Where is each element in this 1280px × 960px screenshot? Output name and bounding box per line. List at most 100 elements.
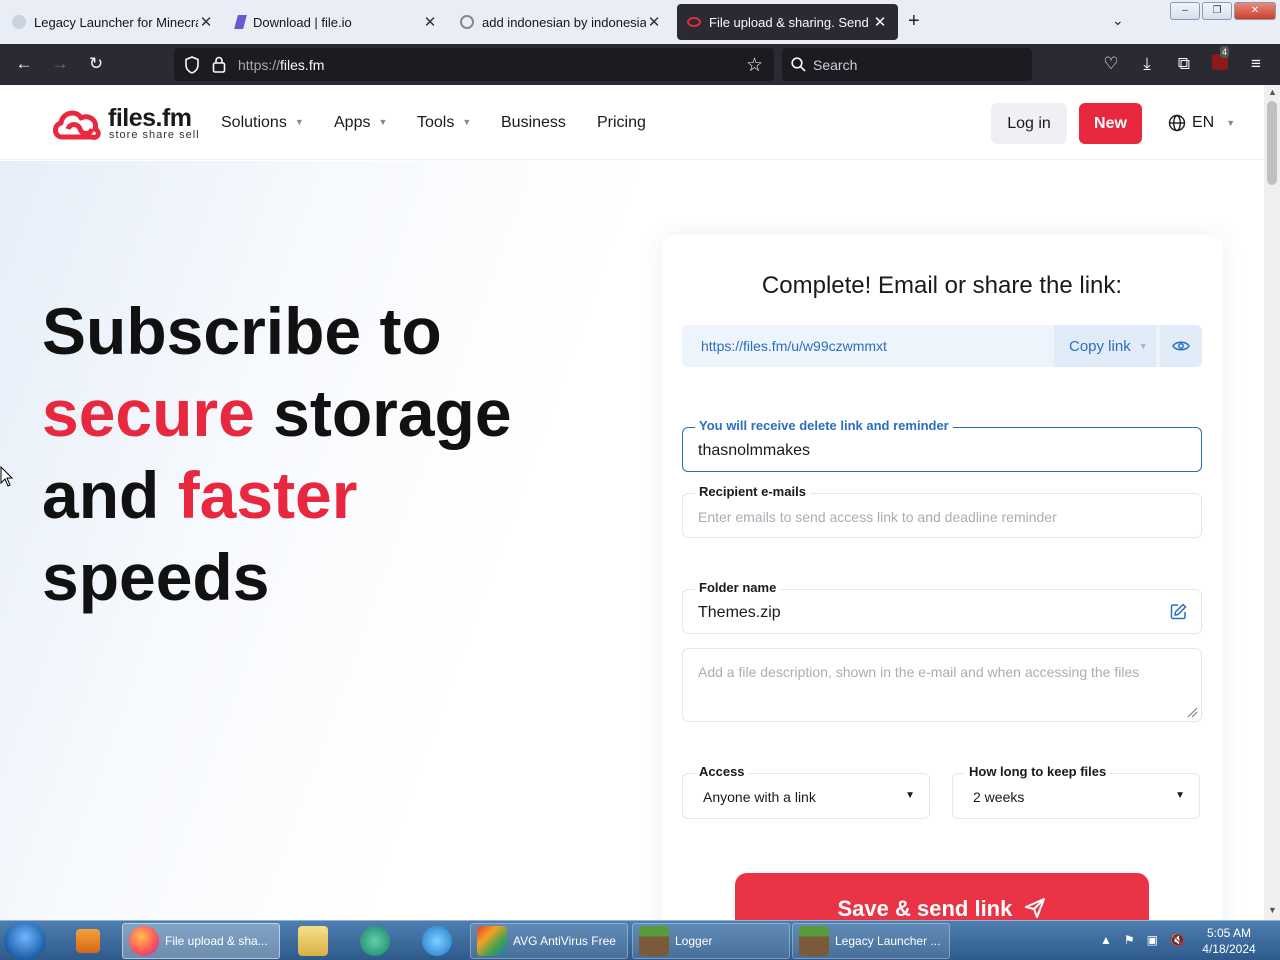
- access-label: Access: [695, 764, 749, 779]
- menu-label: Solutions: [221, 114, 287, 131]
- tab-file-io[interactable]: Download | file.io ✕: [226, 4, 448, 40]
- github-icon: [460, 15, 474, 29]
- sender-email-field[interactable]: You will receive delete link and reminde…: [682, 418, 1202, 472]
- page-scrollbar[interactable]: ▲ ▼: [1264, 85, 1280, 920]
- save-send-label: Save & send link: [837, 896, 1013, 920]
- firefox-icon: [129, 926, 159, 956]
- window-controls: – ❐ ✕: [1170, 2, 1276, 20]
- forward-icon[interactable]: →: [50, 54, 70, 74]
- taskbar-item-firefox[interactable]: File upload & sha...: [122, 923, 280, 959]
- recipient-emails-placeholder: Enter emails to send access link to and …: [698, 509, 1057, 525]
- scroll-down-icon[interactable]: ▼: [1268, 905, 1277, 915]
- globe-icon: [1168, 114, 1186, 132]
- close-tab-icon[interactable]: ✕: [198, 13, 214, 31]
- hero-line-4: speeds: [42, 540, 270, 614]
- caret-down-icon: ▼: [378, 117, 388, 127]
- description-placeholder: Add a file description, shown in the e-m…: [698, 664, 1140, 680]
- hero-highlight-secure: secure: [42, 376, 255, 450]
- url-bar[interactable]: https://files.fm ☆: [174, 48, 774, 81]
- folder-name-field[interactable]: Folder name Themes.zip: [682, 580, 1202, 634]
- bookmark-star-icon[interactable]: ☆: [746, 54, 763, 77]
- caret-down-icon: ▼: [294, 117, 304, 127]
- url-prefix: https://: [238, 57, 281, 73]
- menu-solutions[interactable]: Solutions ▼: [221, 114, 304, 132]
- access-select[interactable]: Access Anyone with a link ▼: [682, 764, 930, 819]
- edit-icon[interactable]: [1170, 603, 1187, 620]
- share-link[interactable]: https://files.fm/u/w99czwmmxt: [701, 338, 887, 354]
- clock-time: 5:05 AM: [1206, 926, 1252, 940]
- back-icon[interactable]: ←: [14, 54, 34, 74]
- tab-title: Legacy Launcher for Minecraft: [34, 14, 198, 30]
- search-icon: [791, 57, 806, 72]
- close-tab-icon[interactable]: ✕: [422, 13, 438, 31]
- hero-line-2: secure storage: [42, 372, 512, 454]
- pocket-icon[interactable]: ♡: [1101, 54, 1121, 74]
- tab-github[interactable]: add indonesian by indonesia13 ✕: [450, 4, 672, 40]
- taskbar-label: AVG AntiVirus Free: [513, 934, 616, 948]
- files-fm-icon: [687, 17, 701, 27]
- caret-down-icon: ▼: [1138, 341, 1148, 351]
- sender-email-label: You will receive delete link and reminde…: [695, 418, 953, 433]
- taskbar-item-avg[interactable]: AVG AntiVirus Free: [470, 923, 628, 959]
- taskbar-label: File upload & sha...: [165, 934, 268, 948]
- new-button[interactable]: New: [1079, 103, 1142, 144]
- keep-duration-value: 2 weeks: [973, 789, 1025, 805]
- taskbar-item-logger[interactable]: Logger: [632, 923, 790, 959]
- files-fm-logo-icon[interactable]: [52, 107, 102, 141]
- action-center-flag-icon[interactable]: ⚑: [1124, 933, 1135, 947]
- start-button[interactable]: [4, 922, 46, 960]
- new-tab-icon[interactable]: +: [908, 10, 920, 33]
- explorer-taskbar-icon[interactable]: [292, 923, 336, 959]
- menu-tools[interactable]: Tools ▼: [417, 114, 471, 132]
- preview-button[interactable]: [1160, 325, 1202, 367]
- tab-files-fm[interactable]: File upload & sharing. Send larg ✕: [677, 4, 898, 40]
- clock-date: 4/18/2024: [1202, 942, 1256, 956]
- network-icon[interactable]: ▣: [1147, 933, 1158, 947]
- minimize-icon[interactable]: –: [1170, 2, 1200, 20]
- browser-toolbar: ← → ↻ https://files.fm ☆ Search ♡ ⤓ ⧉ 4 …: [0, 44, 1280, 85]
- url-host: files.fm: [280, 57, 325, 73]
- save-send-button[interactable]: Save & send link: [735, 873, 1149, 920]
- scrollbar-thumb[interactable]: [1267, 101, 1277, 185]
- menu-business[interactable]: Business: [501, 114, 566, 132]
- menu-pricing[interactable]: Pricing: [597, 114, 646, 132]
- extensions-icon[interactable]: ⧉: [1174, 54, 1194, 74]
- recipient-emails-field[interactable]: Recipient e-mails Enter emails to send a…: [682, 484, 1202, 538]
- folder-name-label: Folder name: [695, 580, 781, 595]
- login-button[interactable]: Log in: [991, 103, 1067, 144]
- search-bar[interactable]: Search: [782, 48, 1032, 81]
- language-selector[interactable]: EN ▼: [1168, 114, 1235, 132]
- show-hidden-icons-icon[interactable]: ▲: [1100, 933, 1112, 947]
- keep-duration-select[interactable]: How long to keep files 2 weeks ▼: [952, 764, 1200, 819]
- lock-icon[interactable]: [212, 56, 226, 73]
- scroll-up-icon[interactable]: ▲: [1268, 87, 1277, 97]
- menu-icon[interactable]: ≡: [1246, 54, 1266, 74]
- volume-muted-icon[interactable]: 🔇: [1170, 933, 1185, 947]
- ublock-icon[interactable]: 4: [1210, 46, 1230, 74]
- shield-icon[interactable]: [184, 56, 200, 74]
- url-text[interactable]: https://files.fm: [238, 57, 324, 73]
- taskbar-item-legacy-launcher[interactable]: Legacy Launcher ...: [792, 923, 950, 959]
- close-tab-icon[interactable]: ✕: [872, 13, 888, 31]
- copy-link-button[interactable]: Copy link ▼: [1054, 325, 1156, 367]
- internet-explorer-icon[interactable]: [416, 923, 460, 959]
- window-close-icon[interactable]: ✕: [1234, 2, 1276, 20]
- app-taskbar-icon[interactable]: [354, 923, 398, 959]
- taskbar-clock[interactable]: 5:05 AM 4/18/2024: [1194, 925, 1264, 957]
- reload-icon[interactable]: ↻: [86, 54, 106, 74]
- restore-icon[interactable]: ❐: [1202, 2, 1232, 20]
- menu-apps[interactable]: Apps ▼: [334, 114, 387, 132]
- minecraft-icon: [639, 926, 669, 956]
- tab-legacy-launcher[interactable]: Legacy Launcher for Minecraft ✕: [2, 4, 224, 40]
- close-tab-icon[interactable]: ✕: [646, 13, 662, 31]
- media-player-taskbar-icon[interactable]: [70, 923, 106, 959]
- resize-handle-icon[interactable]: [1186, 706, 1198, 718]
- downloads-icon[interactable]: ⤓: [1137, 54, 1157, 74]
- description-field[interactable]: Add a file description, shown in the e-m…: [682, 648, 1202, 722]
- share-title: Complete! Email or share the link:: [761, 272, 1123, 299]
- list-tabs-icon[interactable]: ⌄: [1112, 12, 1124, 29]
- mouse-cursor-icon: [0, 466, 14, 487]
- hero-line-3: and faster: [42, 454, 512, 536]
- search-placeholder: Search: [813, 57, 858, 73]
- taskbar-label: Logger: [675, 934, 713, 948]
